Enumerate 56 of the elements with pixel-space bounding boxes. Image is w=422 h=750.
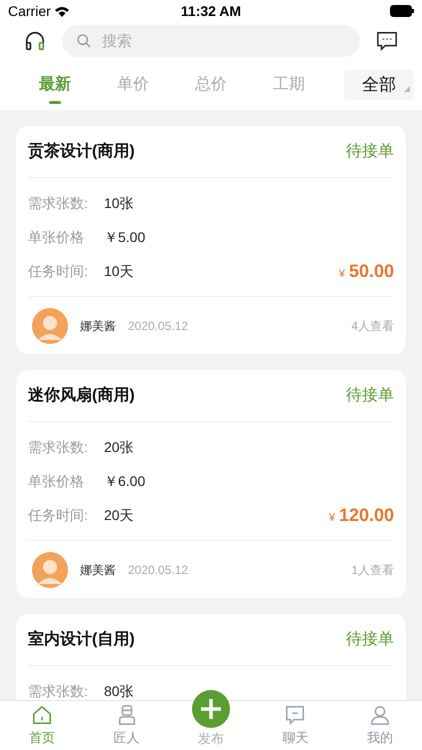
- carrier-label: Carrier: [8, 2, 51, 20]
- view-count: 4人查看: [351, 318, 394, 334]
- author-name: 娜美酱: [80, 562, 116, 578]
- field-label: 任务时间:: [28, 262, 89, 280]
- field-label: 需求张数:: [28, 438, 89, 456]
- avatar-icon: [32, 308, 68, 344]
- post-date: 2020.05.12: [128, 318, 188, 334]
- sort-tab[interactable]: 总价: [172, 60, 250, 110]
- order-status: 待接单: [346, 142, 394, 162]
- nav-tab[interactable]: 我的: [338, 701, 422, 750]
- field-label: 单张价格: [28, 472, 85, 490]
- total-price: 50.00: [348, 260, 394, 282]
- filter-dropdown[interactable]: 全部: [344, 70, 414, 100]
- post-date: 2020.05.12: [128, 562, 188, 578]
- order-card[interactable]: 室内设计(自用) 待接单 需求张数: 80张: [16, 614, 406, 700]
- field-label: 需求张数:: [28, 682, 89, 700]
- message-icon[interactable]: [376, 30, 398, 52]
- sort-tab[interactable]: 工期: [250, 60, 328, 110]
- nav-tab[interactable]: 首页: [0, 701, 84, 750]
- corner-triangle-icon: [404, 86, 410, 92]
- order-title: 迷你风扇(商用): [28, 385, 135, 406]
- order-card[interactable]: 迷你风扇(商用) 待接单 需求张数: 20张 单张价格 ￥6.00 任务时间: 20天 ¥ 120.00 娜美酱 2020.05.12 1人查看: [16, 370, 406, 598]
- search-icon: [76, 33, 92, 49]
- order-title: 贡茶设计(商用): [28, 141, 135, 162]
- total-price: 120.00: [338, 504, 394, 526]
- wifi-icon: [54, 6, 69, 16]
- field-value: 10张: [104, 194, 134, 212]
- field-label: 任务时间:: [28, 506, 89, 524]
- field-value: 20天: [104, 506, 134, 524]
- field-value: 10天: [104, 262, 134, 280]
- nav-tab[interactable]: 聊天: [253, 701, 338, 750]
- battery-icon: [390, 5, 414, 17]
- field-value: ￥5.00: [104, 228, 146, 246]
- search-field[interactable]: 搜索: [62, 25, 360, 57]
- sort-tab[interactable]: 单价: [94, 60, 172, 110]
- home-icon: [31, 704, 54, 726]
- field-value: ￥6.00: [104, 472, 146, 490]
- avatar-icon: [32, 552, 68, 588]
- author-name: 娜美酱: [80, 318, 116, 334]
- order-card[interactable]: 贡茶设计(商用) 待接单 需求张数: 10张 单张价格 ￥5.00 任务时间: 10天 ¥ 50.00 娜美酱 2020.05.12 4人查看: [16, 126, 406, 354]
- view-count: 1人查看: [351, 562, 394, 578]
- order-status: 待接单: [346, 630, 394, 650]
- field-label: 单张价格: [28, 228, 85, 246]
- currency-symbol: ¥: [338, 266, 345, 282]
- nav-tab[interactable]: 匠人: [84, 701, 169, 750]
- sort-tab[interactable]: 最新: [16, 60, 94, 110]
- chat-icon: [284, 704, 306, 726]
- user-icon: [368, 704, 391, 726]
- field-label: 需求张数:: [28, 194, 89, 212]
- order-title: 室内设计(自用): [28, 629, 135, 650]
- headset-icon[interactable]: [24, 30, 46, 52]
- field-value: 80张: [104, 682, 134, 700]
- currency-symbol: ¥: [328, 510, 335, 526]
- order-status: 待接单: [346, 386, 394, 406]
- field-value: 20张: [104, 438, 134, 456]
- status-time: 11:32 AM: [180, 2, 242, 20]
